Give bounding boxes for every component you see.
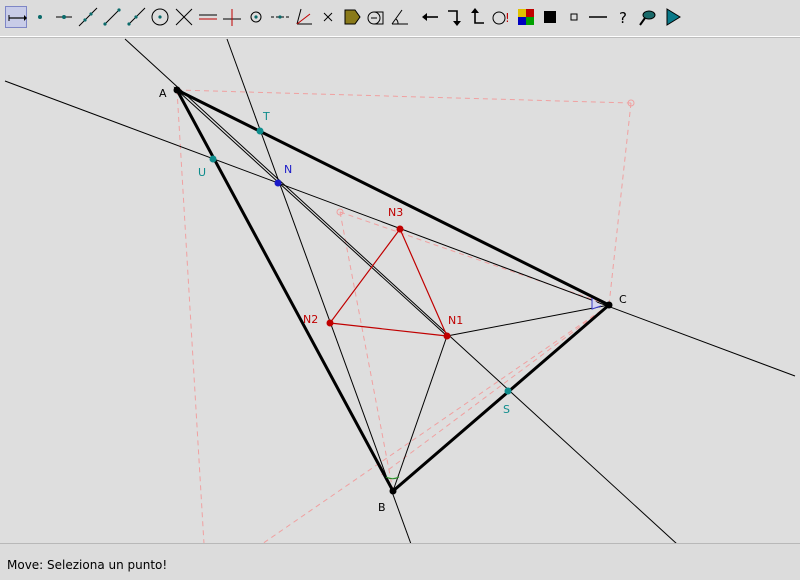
angle-marker-b [385,476,400,480]
black-square-icon [544,11,556,23]
warning-icon: ! [492,11,510,25]
polygon-fill-tool-button[interactable] [341,6,363,28]
auxiliary-lines [4,38,796,544]
midpoint-tool-button[interactable] [245,6,267,28]
move-tool-button[interactable] [5,6,27,28]
angle-tool-icon [391,9,408,25]
point-b[interactable] [389,487,397,495]
point-tool-icon [38,15,42,19]
small-square-button[interactable] [563,6,585,28]
point-n[interactable] [274,179,282,187]
small-square-icon [570,13,578,21]
close-x-tool-icon [323,12,333,22]
line-style-icon [589,16,607,18]
point-a[interactable] [173,86,181,94]
midpoint-tool-icon [250,11,262,23]
svg-text:?: ? [619,9,627,27]
label-n: N [284,163,292,176]
angle-bisector-tool-icon [296,8,312,25]
show-hide-tool-icon [367,11,384,25]
label-s: S [503,403,510,416]
zoom-tool-icon [639,10,656,26]
line-style-button[interactable] [587,6,609,28]
ray-tool-icon [127,7,146,26]
parallel-line-tool-button[interactable] [197,6,219,28]
status-text: Move: Seleziona un punto! [7,558,168,572]
intersect-tool-icon [175,8,193,26]
zoom-tool-button[interactable] [637,6,659,28]
geometry-canvas[interactable]: A B C T U S N N1 N2 N3 [0,37,800,544]
dotted-line-tool-button[interactable] [269,6,291,28]
black-square-button[interactable] [539,6,561,28]
show-hide-tool-button[interactable] [365,6,387,28]
geometry-drawing[interactable]: A B C T U S N N1 N2 N3 [0,38,800,544]
label-c: C [619,293,627,306]
perpendicular-line-tool-icon [223,9,241,26]
back-arrow-icon [471,8,484,24]
label-n2: N2 [303,313,318,326]
redo-arrow-button[interactable] [443,6,465,28]
point-n1[interactable] [443,332,451,340]
play-button[interactable] [661,6,683,28]
construction-lines [176,89,632,544]
ray-tool-button[interactable] [125,6,147,28]
label-a: A [159,87,167,100]
angle-tool-button[interactable] [389,6,411,28]
status-bar: Move: Seleziona un punto! [0,543,800,580]
close-x-tool-button[interactable] [317,6,339,28]
dotted-line-tool-icon [271,15,289,19]
angle-bisector-tool-button[interactable] [293,6,315,28]
perpendicular-line-tool-button[interactable] [221,6,243,28]
segment-tool-icon [103,8,121,26]
point-u[interactable] [209,155,217,163]
svg-text:!: ! [505,11,510,25]
polygon-fill-tool-icon [344,9,361,25]
label-t: T [262,110,270,123]
point-tool-button[interactable] [29,6,51,28]
redo-arrow-icon [448,10,461,26]
point-n2[interactable] [326,319,334,327]
warning-button[interactable]: ! [491,6,513,28]
point-on-object-tool-button[interactable] [53,6,75,28]
circle-tool-button[interactable] [149,6,171,28]
intersect-tool-button[interactable] [173,6,195,28]
label-n3: N3 [388,206,403,219]
undo-arrow-icon [422,13,438,21]
line-tool-icon [78,7,98,27]
point-s[interactable] [504,387,512,395]
parallel-line-tool-icon [199,14,217,20]
move-tool-icon [8,15,27,21]
circle-tool-icon [151,8,169,26]
label-u: U [198,166,206,179]
color-palette-icon [518,9,534,25]
triangle-abc[interactable] [173,86,612,494]
back-arrow-button[interactable] [467,6,489,28]
label-b: B [378,501,386,514]
line-tool-button[interactable] [77,6,99,28]
toolbar: !? [0,0,800,36]
color-palette-button[interactable] [515,6,537,28]
point-c[interactable] [605,301,613,309]
help-question-button[interactable]: ? [613,6,635,28]
point-t[interactable] [256,127,264,135]
point-n3[interactable] [396,225,404,233]
point-on-object-tool-icon [56,15,72,19]
help-question-icon: ? [619,9,627,27]
play-icon [666,8,681,26]
label-n1: N1 [448,314,463,327]
segment-tool-button[interactable] [101,6,123,28]
undo-arrow-button[interactable] [419,6,441,28]
